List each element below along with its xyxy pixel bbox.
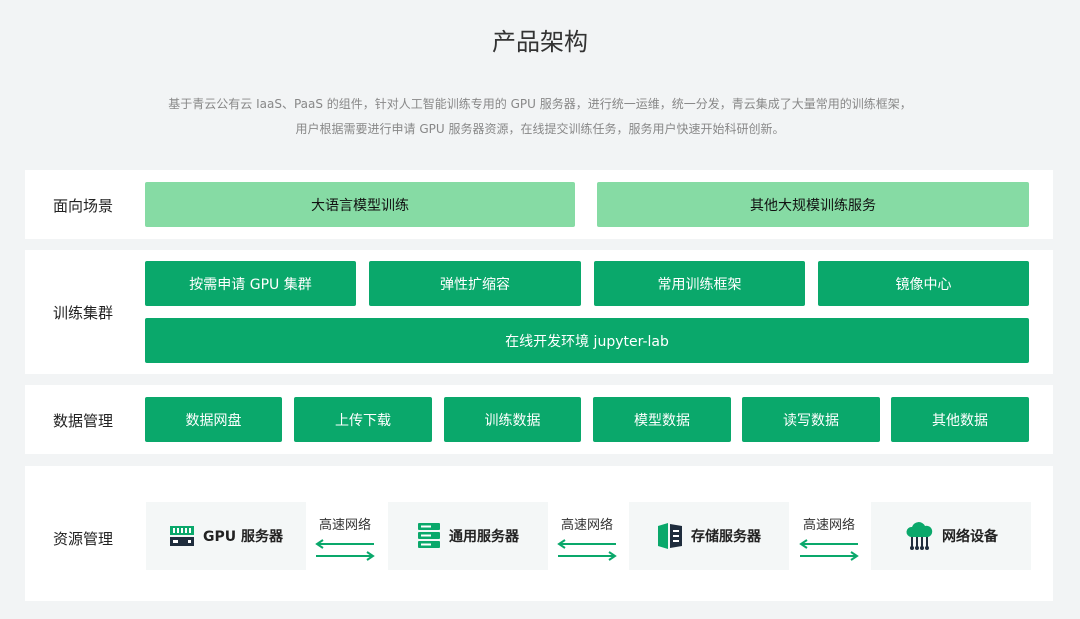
data-net-disk: 数据网盘: [145, 397, 282, 442]
general-server-label: 通用服务器: [449, 529, 519, 545]
scenario-llm-training: 大语言模型训练: [145, 182, 575, 227]
resource-general-server: 通用服务器: [388, 502, 548, 570]
link-3-label: 高速网络: [802, 518, 855, 533]
cluster-jupyter-lab: 在线开发环境 jupyter-lab: [145, 318, 1029, 363]
cluster-gpu-on-demand: 按需申请 GPU 集群: [145, 261, 356, 306]
cluster-elastic-scaling: 弹性扩缩容: [369, 261, 581, 306]
resource-label: 资源管理: [53, 530, 114, 548]
scenario-label: 面向场景: [53, 197, 114, 215]
cluster-image-center: 镜像中心: [818, 261, 1029, 306]
bidirectional-arrow-icon: [799, 539, 859, 561]
data-read-write: 读写数据: [742, 397, 880, 442]
cluster-training-frameworks: 常用训练框架: [594, 261, 805, 306]
storage-icon: [657, 522, 683, 550]
storage-server-label: 存储服务器: [691, 529, 761, 545]
server-stack-icon: [417, 522, 441, 550]
resource-network-device: 网络设备: [871, 502, 1031, 570]
cluster-label: 训练集群: [53, 304, 114, 322]
data-row: 数据管理 数据网盘 上传下载 训练数据 模型数据 读写数据 其他数据: [25, 385, 1053, 454]
scenario-row: 面向场景 大语言模型训练 其他大规模训练服务: [25, 170, 1053, 239]
scenario-other-training: 其他大规模训练服务: [597, 182, 1029, 227]
cloud-network-icon: [904, 521, 934, 551]
gpu-server-icon: [169, 523, 195, 549]
bidirectional-arrow-icon: [557, 539, 617, 561]
resource-row: 资源管理 GPU 服务器 高速网络 通用服务器 高速网络 存储服务器 高速网络 …: [25, 466, 1053, 601]
description-line-2: 用户根据需要进行申请 GPU 服务器资源，在线提交训练任务，服务用户快速开始科研…: [295, 122, 785, 136]
data-other: 其他数据: [891, 397, 1029, 442]
description-line-1: 基于青云公有云 IaaS、PaaS 的组件，针对人工智能训练专用的 GPU 服务…: [168, 97, 912, 111]
link-3: 高速网络: [788, 514, 870, 561]
link-1: 高速网络: [304, 514, 386, 561]
data-training-data: 训练数据: [444, 397, 581, 442]
network-device-label: 网络设备: [942, 529, 998, 545]
gpu-server-label: GPU 服务器: [203, 529, 283, 545]
link-2: 高速网络: [546, 514, 628, 561]
cluster-row: 训练集群 按需申请 GPU 集群 弹性扩缩容 常用训练框架 镜像中心 在线开发环…: [25, 250, 1053, 374]
resource-gpu-server: GPU 服务器: [146, 502, 306, 570]
data-label: 数据管理: [53, 412, 114, 430]
link-1-label: 高速网络: [318, 518, 371, 533]
data-model-data: 模型数据: [593, 397, 731, 442]
bidirectional-arrow-icon: [315, 539, 375, 561]
link-2-label: 高速网络: [560, 518, 613, 533]
page-title: 产品架构: [492, 28, 588, 56]
resource-storage-server: 存储服务器: [629, 502, 789, 570]
data-upload-download: 上传下载: [294, 397, 432, 442]
